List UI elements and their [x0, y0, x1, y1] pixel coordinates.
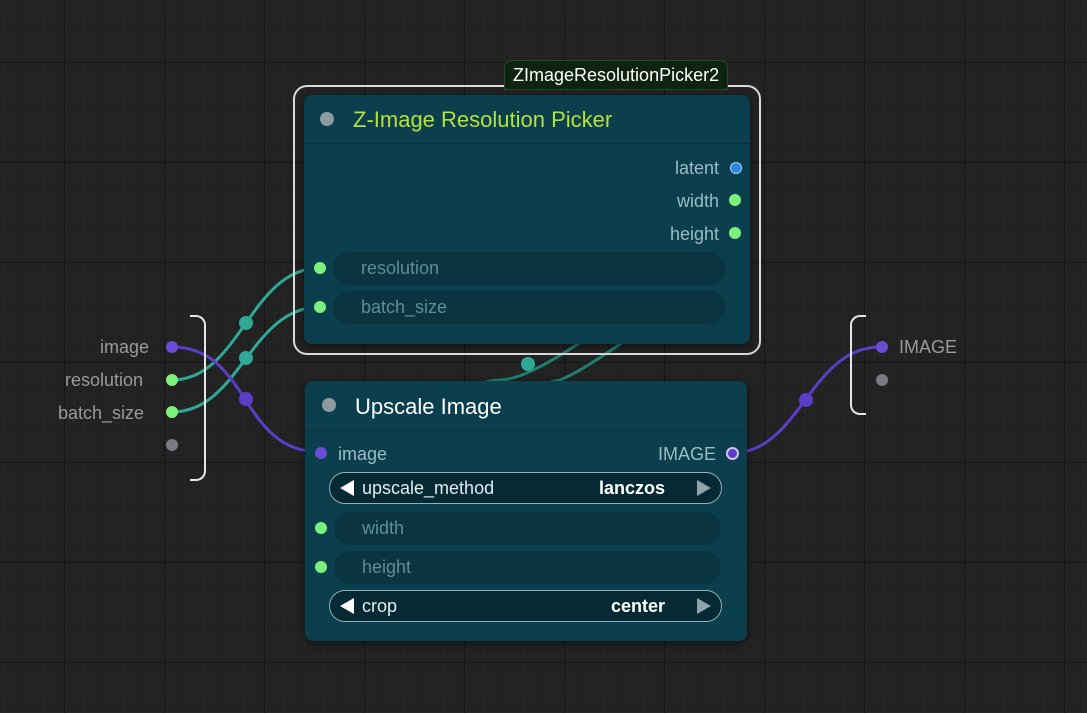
crop-combo[interactable]: crop center — [329, 590, 722, 622]
subgraph-input-bracket — [190, 315, 206, 481]
subgraph-output-bracket — [850, 315, 866, 415]
combo-next-arrow-icon[interactable] — [697, 598, 711, 614]
node-status-dot[interactable] — [322, 398, 336, 412]
output-latent-label: latent — [674, 158, 719, 178]
node-status-dot[interactable] — [320, 112, 334, 126]
node-header[interactable]: Z-Image Resolution Picker — [304, 95, 750, 144]
output-height-label: height — [669, 224, 719, 244]
node-title: Upscale Image — [355, 394, 502, 419]
combo-name: crop — [362, 596, 398, 616]
green-input-port-dot[interactable] — [314, 301, 326, 313]
link-midpoint-width — [521, 357, 535, 371]
grey-port-dot[interactable] — [876, 374, 888, 386]
resolution-widget-label: resolution — [361, 258, 440, 278]
green-input-port-dot[interactable] — [315, 522, 327, 534]
combo-prev-arrow-icon[interactable] — [340, 480, 354, 496]
height-widget[interactable]: height — [334, 551, 721, 584]
group-name-tag[interactable]: ZImageResolutionPicker2 — [504, 60, 729, 90]
subgraph-input-resolution-label: resolution — [65, 370, 144, 390]
link-midpoint-resolution — [239, 316, 253, 330]
z-image-resolution-picker-node[interactable]: Z-Image Resolution Picker latent width h… — [304, 95, 750, 344]
green-output-port-dot[interactable] — [729, 227, 741, 239]
subgraph-input-batch-size-label: batch_size — [58, 403, 145, 423]
batch-size-widget[interactable]: batch_size — [333, 291, 725, 324]
link-midpoint-image — [239, 392, 253, 406]
combo-name: upscale_method — [362, 478, 495, 498]
output-image-label: IMAGE — [657, 444, 716, 464]
output-width-label: width — [676, 191, 719, 211]
purple-output-port-dot[interactable] — [726, 447, 739, 460]
batch-size-widget-label: batch_size — [361, 297, 448, 317]
width-widget-label: width — [362, 518, 405, 538]
green-port-dot[interactable] — [166, 374, 178, 386]
purple-port-dot[interactable] — [876, 341, 888, 353]
upscale-image-node[interactable]: Upscale Image image IMAGE upscale_method… — [305, 381, 747, 641]
combo-value: lanczos — [598, 478, 665, 498]
grey-port-dot[interactable] — [166, 439, 178, 451]
combo-next-arrow-icon[interactable] — [697, 480, 711, 496]
width-widget[interactable]: width — [334, 512, 721, 545]
green-input-port-dot[interactable] — [315, 561, 327, 573]
combo-value: center — [610, 596, 665, 616]
blue-output-port-dot[interactable] — [730, 162, 742, 174]
combo-prev-arrow-icon[interactable] — [340, 598, 354, 614]
link-midpoint-image-out — [799, 393, 813, 407]
link-midpoint-batch-size — [239, 351, 253, 365]
subgraph-output-image-label: IMAGE — [899, 337, 958, 357]
height-widget-label: height — [362, 557, 412, 577]
green-port-dot[interactable] — [166, 406, 178, 418]
purple-input-port-dot[interactable] — [315, 447, 327, 459]
input-image-label: image — [338, 444, 388, 464]
green-input-port-dot[interactable] — [314, 262, 326, 274]
upscale-method-combo[interactable]: upscale_method lanczos — [329, 472, 722, 504]
purple-port-dot[interactable] — [166, 341, 178, 353]
node-header[interactable]: Upscale Image — [305, 381, 747, 431]
green-output-port-dot[interactable] — [729, 194, 741, 206]
subgraph-input-image-label: image — [100, 337, 150, 357]
node-title: Z-Image Resolution Picker — [353, 107, 613, 132]
resolution-widget[interactable]: resolution — [333, 252, 725, 285]
